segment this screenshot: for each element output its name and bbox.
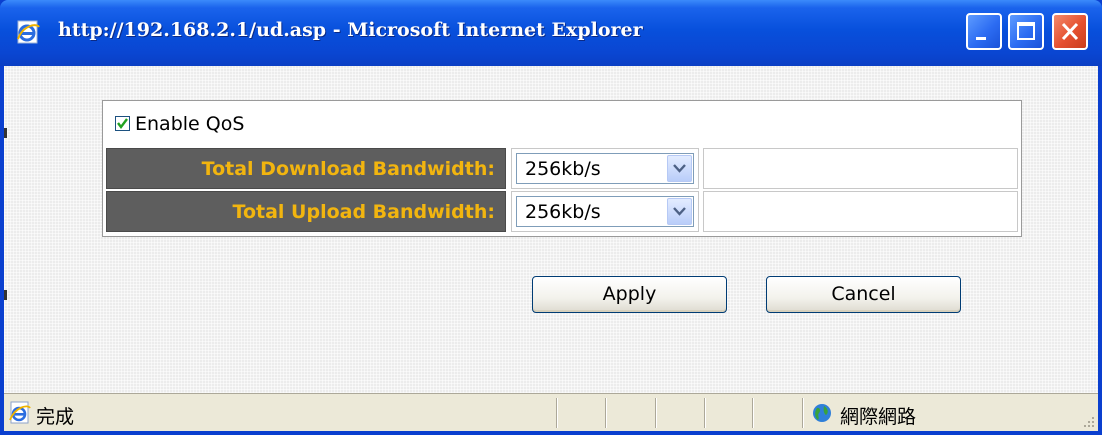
edge-mark bbox=[4, 290, 7, 300]
upload-bandwidth-select[interactable]: 256kb/s bbox=[516, 196, 694, 227]
enable-qos-row: Enable QoS bbox=[103, 101, 1021, 146]
upload-select-cell: 256kb/s bbox=[511, 191, 699, 232]
maximize-button[interactable] bbox=[1008, 13, 1044, 50]
download-bandwidth-select[interactable]: 256kb/s bbox=[516, 153, 694, 184]
title-bar[interactable]: http://192.168.2.1/ud.asp - Microsoft In… bbox=[0, 0, 1102, 66]
minimize-icon bbox=[976, 37, 986, 40]
ie-page-icon bbox=[9, 401, 31, 424]
status-bar: 完成 網際網路 bbox=[4, 393, 1098, 431]
apply-button[interactable]: Apply bbox=[532, 276, 727, 313]
close-icon bbox=[1061, 22, 1079, 41]
download-label-cell: Total Download Bandwidth: bbox=[106, 148, 506, 189]
edge-mark bbox=[4, 128, 7, 138]
download-bandwidth-label: Total Download Bandwidth: bbox=[201, 158, 495, 180]
upload-label-cell: Total Upload Bandwidth: bbox=[106, 191, 506, 232]
upload-bandwidth-row: Total Upload Bandwidth: 256kb/s bbox=[106, 191, 1018, 232]
close-button[interactable] bbox=[1052, 13, 1088, 50]
status-separator bbox=[655, 398, 656, 428]
qos-settings-table: Enable QoS Total Download Bandwidth: 256… bbox=[102, 100, 1022, 237]
empty-cell bbox=[703, 148, 1018, 189]
ie-page-icon bbox=[17, 20, 40, 44]
resize-grip-icon[interactable] bbox=[1082, 415, 1096, 429]
ie-popup-window: http://192.168.2.1/ud.asp - Microsoft In… bbox=[0, 0, 1102, 435]
enable-qos-checkbox[interactable] bbox=[115, 116, 130, 131]
status-separator bbox=[605, 398, 606, 428]
download-bandwidth-value: 256kb/s bbox=[525, 158, 601, 180]
upload-dropdown-button[interactable] bbox=[667, 198, 692, 225]
empty-cell bbox=[703, 191, 1018, 232]
checkmark-icon bbox=[117, 118, 128, 129]
chevron-down-icon bbox=[673, 164, 686, 173]
page-content: Enable QoS Total Download Bandwidth: 256… bbox=[4, 66, 1098, 393]
status-separator bbox=[556, 398, 557, 428]
upload-bandwidth-label: Total Upload Bandwidth: bbox=[232, 201, 495, 223]
upload-bandwidth-value: 256kb/s bbox=[525, 201, 601, 223]
download-dropdown-button[interactable] bbox=[667, 155, 692, 182]
globe-icon bbox=[813, 404, 831, 422]
download-bandwidth-row: Total Download Bandwidth: 256kb/s bbox=[106, 148, 1018, 189]
cancel-button[interactable]: Cancel bbox=[766, 276, 961, 313]
status-separator bbox=[752, 398, 753, 428]
security-zone-text: 網際網路 bbox=[840, 406, 917, 428]
status-text: 完成 bbox=[36, 406, 75, 428]
status-separator bbox=[802, 398, 803, 428]
enable-qos-label[interactable]: Enable QoS bbox=[135, 113, 244, 135]
minimize-button[interactable] bbox=[966, 13, 1002, 50]
maximize-icon bbox=[1017, 22, 1035, 40]
status-separator bbox=[704, 398, 705, 428]
download-select-cell: 256kb/s bbox=[511, 148, 699, 189]
window-title: http://192.168.2.1/ud.asp - Microsoft In… bbox=[58, 19, 643, 41]
chevron-down-icon bbox=[673, 207, 686, 216]
